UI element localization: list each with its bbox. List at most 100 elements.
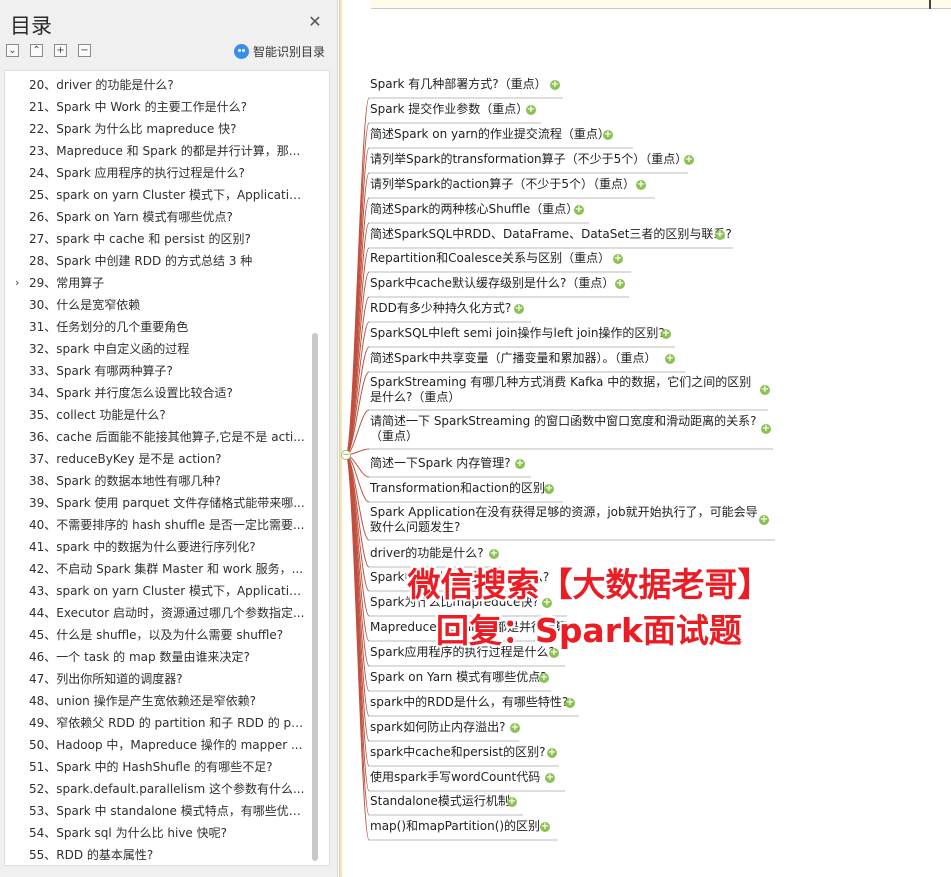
toc-item[interactable]: 36、cache 后面能不能接其他算子,它是不是 acti...: [5, 426, 310, 448]
expand-topic-icon[interactable]: +: [684, 155, 694, 165]
mindmap-topic[interactable]: Spark on Yarn 模式有哪些优点?: [370, 669, 547, 685]
mindmap-topic[interactable]: 请列举Spark的transformation算子（不少于5个）（重点）: [370, 151, 687, 167]
toc-item-label: 41、spark 中的数据为什么要进行序列化?: [29, 540, 256, 554]
mindmap-topic[interactable]: SparkStreaming 有哪几种方式消费 Kafka 中的数据，它们之间的…: [370, 375, 755, 405]
mindmap-topic[interactable]: map()和mapPartition()的区别: [370, 818, 540, 834]
expand-topic-icon[interactable]: +: [544, 484, 554, 494]
expand-topic-icon[interactable]: +: [613, 254, 623, 264]
toc-item[interactable]: 48、union 操作是产生宽依赖还是窄依赖?: [5, 690, 310, 712]
collapse-node-icon[interactable]: −: [341, 450, 351, 460]
toc-scrollbar[interactable]: [312, 333, 318, 861]
toc-item[interactable]: 54、Spark sql 为什么比 hive 快呢?: [5, 822, 310, 844]
toc-item[interactable]: 33、Spark 有哪两种算子?: [5, 360, 310, 382]
toc-item[interactable]: 47、列出你所知道的调度器?: [5, 668, 310, 690]
mindmap-topic[interactable]: Spark中cache默认缓存级别是什么?（重点）: [370, 275, 614, 291]
toc-item[interactable]: 38、Spark 的数据本地性有哪几种?: [5, 470, 310, 492]
toc-item[interactable]: 20、driver 的功能是什么?: [5, 74, 310, 96]
toc-item[interactable]: 42、不启动 Spark 集群 Master 和 work 服务，...: [5, 558, 310, 580]
mindmap-topic[interactable]: Spark 提交作业参数（重点）: [370, 101, 528, 117]
expand-topic-icon[interactable]: +: [759, 515, 769, 525]
toc-item[interactable]: 24、Spark 应用程序的执行过程是什么?: [5, 162, 310, 184]
expand-topic-icon[interactable]: +: [550, 80, 560, 90]
toc-item[interactable]: 32、spark 中自定义函的过程: [5, 338, 310, 360]
mindmap-topic[interactable]: Spark 有几种部署方式?（重点）: [370, 76, 547, 92]
toc-item[interactable]: 31、任务划分的几个重要角色: [5, 316, 310, 338]
expand-topic-icon[interactable]: +: [526, 105, 536, 115]
mindmap-topic[interactable]: 简述Spark的两种核心Shuffle（重点）: [370, 201, 578, 217]
expand-topic-icon[interactable]: +: [515, 459, 525, 469]
toc-list[interactable]: 20、driver 的功能是什么? 21、Spark 中 Work 的主要工作是什…: [4, 70, 330, 866]
toc-item[interactable]: 53、Spark 中 standalone 模式特点，有哪些优点...: [5, 800, 310, 822]
expand-topic-icon[interactable]: +: [514, 304, 524, 314]
expand-topic-icon[interactable]: +: [636, 180, 646, 190]
expand-topic-icon[interactable]: +: [539, 673, 549, 683]
expand-topic-icon[interactable]: +: [715, 230, 725, 240]
toc-item[interactable]: 39、Spark 使用 parquet 文件存储格式能带来哪...: [5, 492, 310, 514]
toc-item[interactable]: 25、spark on yarn Cluster 模式下，Applicatio.…: [5, 184, 310, 206]
toc-item[interactable]: 21、Spark 中 Work 的主要工作是什么?: [5, 96, 310, 118]
expand-topic-icon[interactable]: +: [540, 822, 550, 832]
expand-topic-icon[interactable]: +: [574, 205, 584, 215]
mindmap-topic[interactable]: spark如何防止内存溢出?: [370, 719, 505, 735]
expand-topic-icon[interactable]: +: [545, 773, 555, 783]
toc-item-label: 21、Spark 中 Work 的主要工作是什么?: [29, 100, 247, 114]
expand-topic-icon[interactable]: +: [665, 354, 675, 364]
add-icon[interactable]: +: [54, 44, 67, 57]
mindmap-topic[interactable]: 请列举Spark的action算子（不少于5个）（重点）: [370, 176, 635, 192]
mindmap-topic[interactable]: Spark Application在没有获得足够的资源，job就开始执行了，可能…: [370, 505, 762, 535]
toc-item[interactable]: 45、什么是 shuffle，以及为什么需要 shuffle?: [5, 624, 310, 646]
mindmap-topic[interactable]: spark中cache和persist的区别?: [370, 744, 546, 760]
toc-item[interactable]: 51、Spark 中的 HashShufle 的有哪些不足?: [5, 756, 310, 778]
expand-topic-icon[interactable]: +: [510, 723, 520, 733]
toc-item[interactable]: 49、窄依赖父 RDD 的 partition 和子 RDD 的 pa...: [5, 712, 310, 734]
toc-item-label: 34、Spark 并行度怎么设置比较合适?: [29, 386, 233, 400]
mindmap-topic[interactable]: SparkSQL中left semi join操作与left join操作的区别…: [370, 325, 665, 341]
expand-topic-icon[interactable]: +: [603, 130, 613, 140]
smart-toc-button[interactable]: 智能识别目录: [234, 43, 325, 59]
toc-item[interactable]: 43、spark on yarn Cluster 模式下，Applicatio.…: [5, 580, 310, 602]
mindmap-topic[interactable]: RDD有多少种持久化方式?: [370, 300, 511, 316]
expand-topic-icon[interactable]: +: [760, 385, 770, 395]
toc-item[interactable]: 28、Spark 中创建 RDD 的方式总结 3 种: [5, 250, 310, 272]
expand-topic-icon[interactable]: +: [615, 279, 625, 289]
expand-topic-icon[interactable]: +: [547, 748, 557, 758]
toc-item[interactable]: 37、reduceByKey 是不是 action?: [5, 448, 310, 470]
mindmap-topic[interactable]: Repartition和Coalesce关系与区别（重点）: [370, 250, 610, 266]
toc-item[interactable]: 46、一个 task 的 map 数量由谁来决定?: [5, 646, 310, 668]
mindmap-topic[interactable]: Transformation和action的区别: [370, 480, 545, 496]
toc-item[interactable]: 23、Mapreduce 和 Spark 的都是并行计算，那...: [5, 140, 310, 162]
toc-item-label: 50、Hadoop 中，Mapreduce 操作的 mapper ...: [29, 738, 303, 752]
mindmap-topic[interactable]: driver的功能是什么?: [370, 545, 484, 561]
toc-item[interactable]: 50、Hadoop 中，Mapreduce 操作的 mapper ...: [5, 734, 310, 756]
toc-item[interactable]: 26、Spark on Yarn 模式有哪些优点?: [5, 206, 310, 228]
toc-item[interactable]: 44、Executor 启动时，资源通过哪几个参数指定...: [5, 602, 310, 624]
toc-item[interactable]: 41、spark 中的数据为什么要进行序列化?: [5, 536, 310, 558]
expand-topic-icon[interactable]: +: [489, 549, 499, 559]
mindmap-topic[interactable]: 简述Spark on yarn的作业提交流程（重点）: [370, 126, 610, 142]
toc-item[interactable]: 40、不需要排序的 hash shuffle 是否一定比需要...: [5, 514, 310, 536]
expand-topic-icon[interactable]: +: [661, 329, 671, 339]
close-icon[interactable]: ✕: [307, 14, 323, 30]
expand-all-icon[interactable]: ⌃: [30, 44, 43, 57]
toc-item[interactable]: 52、spark.default.parallelism 这个参数有什么...: [5, 778, 310, 800]
expand-topic-icon[interactable]: +: [565, 698, 575, 708]
expand-topic-icon[interactable]: +: [761, 424, 771, 434]
mindmap-topic[interactable]: 使用spark手写wordCount代码: [370, 769, 540, 785]
mindmap-topic[interactable]: 请简述一下 SparkStreaming 的窗口函数中窗口宽度和滑动距离的关系?…: [370, 414, 760, 444]
expand-topic-icon[interactable]: +: [507, 797, 517, 807]
mindmap-topic[interactable]: Standalone模式运行机制: [370, 793, 510, 809]
toc-item[interactable]: 30、什么是宽窄依赖: [5, 294, 310, 316]
toc-item[interactable]: 27、spark 中 cache 和 persist 的区别?: [5, 228, 310, 250]
toc-item[interactable]: 34、Spark 并行度怎么设置比较合适?: [5, 382, 310, 404]
toc-item[interactable]: 22、Spark 为什么比 mapreduce 快?: [5, 118, 310, 140]
toc-item[interactable]: › 29、常用算子: [5, 272, 310, 294]
mindmap-topic[interactable]: 简述Spark中共享变量（广播变量和累加器）。（重点）: [370, 350, 656, 366]
toc-item[interactable]: 55、RDD 的基本属性?: [5, 844, 310, 865]
minus-icon[interactable]: −: [78, 44, 91, 57]
mindmap-topic[interactable]: 简述一下Spark 内存管理?: [370, 455, 511, 471]
mindmap-topic[interactable]: spark中的RDD是什么，有哪些特性?: [370, 694, 568, 710]
mindmap-topic[interactable]: 简述SparkSQL中RDD、DataFrame、DataSet三者的区别与联系…: [370, 226, 732, 242]
collapse-all-icon[interactable]: ⌄: [6, 44, 19, 57]
chevron-right-icon[interactable]: ›: [15, 272, 19, 294]
toc-item[interactable]: 35、collect 功能是什么?: [5, 404, 310, 426]
